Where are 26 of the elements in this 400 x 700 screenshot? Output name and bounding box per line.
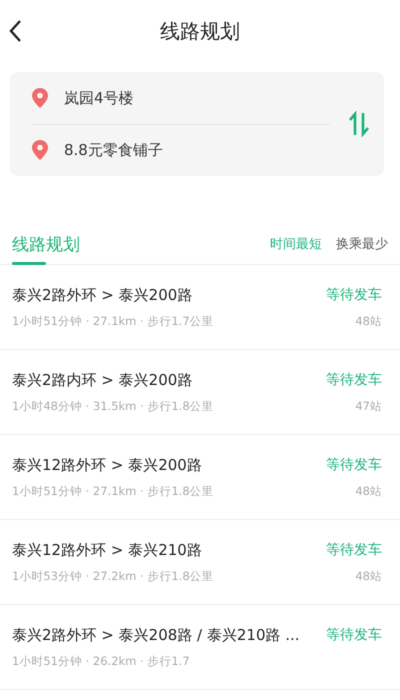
location-pin-icon [32, 88, 48, 108]
route-details: 1小时51分钟 · 27.1km · 步行1.7公里 [12, 314, 214, 328]
route-details: 1小时48分钟 · 31.5km · 步行1.8公里 [12, 398, 214, 414]
location-pin-icon [32, 140, 48, 160]
stop-count: 48站 [355, 314, 382, 328]
route-status: 等待发车 [326, 456, 382, 474]
stop-count: 48站 [355, 568, 382, 584]
route-status: 等待发车 [326, 541, 382, 559]
route-details: 1小时53分钟 · 27.2km · 步行1.8公里 [12, 568, 214, 584]
route-title[interactable]: 泰兴2路内环 > 泰兴200路 [12, 370, 192, 390]
location-name[interactable]: 8.8元零食铺子 [64, 140, 163, 160]
route-title[interactable]: 泰兴2路外环 > 泰兴208路 / 泰兴210路 ... [12, 626, 300, 644]
route-status: 等待发车 [326, 626, 382, 644]
page-title: 线路规划 [160, 18, 240, 44]
route-title[interactable]: 泰兴12路外环 > 泰兴200路 [12, 456, 202, 474]
stop-count: 48站 [355, 484, 382, 498]
sort-option[interactable]: 换乘最少 [336, 235, 388, 253]
route-details: 1小时51分钟 · 26.2km · 步行1.7 [12, 654, 190, 668]
back-icon[interactable] [8, 19, 22, 43]
route-title[interactable]: 泰兴12路外环 > 泰兴210路 [12, 540, 202, 560]
stop-count: 47站 [355, 398, 382, 414]
route-status: 等待发车 [326, 286, 382, 304]
route-details: 1小时51分钟 · 27.1km · 步行1.8公里 [12, 484, 214, 498]
route-status: 等待发车 [326, 371, 382, 389]
route-title[interactable]: 泰兴2路外环 > 泰兴200路 [12, 286, 192, 304]
location-name[interactable]: 岚园4号楼 [64, 88, 134, 108]
